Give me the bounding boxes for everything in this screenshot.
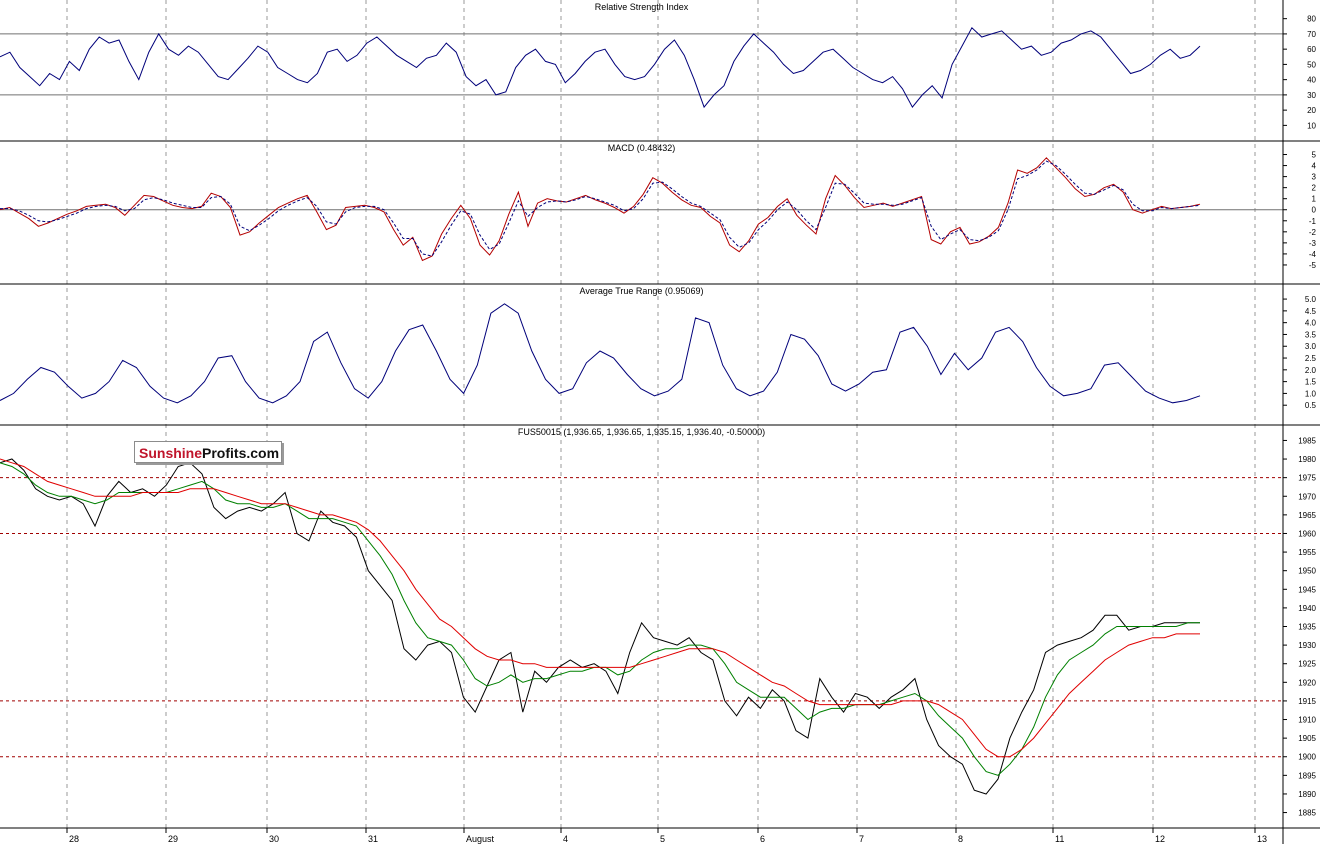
stock-chart: Relative Strength Index8070605040302010M… (0, 0, 1320, 844)
y-tick-label: 1885 (1298, 809, 1316, 818)
y-tick-label: 10 (1307, 121, 1316, 130)
x-tick-label: 29 (168, 834, 178, 844)
x-tick-label: 8 (958, 834, 963, 844)
y-tick-label: 1950 (1298, 567, 1316, 576)
y-tick-label: -2 (1309, 228, 1317, 237)
y-tick-label: -5 (1309, 261, 1317, 270)
y-tick-label: 0.5 (1305, 401, 1317, 410)
y-tick-label: 1975 (1298, 474, 1316, 483)
x-tick-label: 4 (563, 834, 568, 844)
x-tick-label: August (466, 834, 495, 844)
y-tick-label: 1895 (1298, 771, 1316, 780)
y-tick-label: -4 (1309, 250, 1317, 259)
y-tick-label: 4.0 (1305, 319, 1317, 328)
y-tick-label: 2 (1312, 184, 1317, 193)
y-tick-label: 30 (1307, 91, 1316, 100)
y-tick-label: 3 (1312, 173, 1317, 182)
y-tick-label: 1920 (1298, 678, 1316, 687)
y-tick-label: 1980 (1298, 455, 1316, 464)
y-tick-label: 40 (1307, 76, 1316, 85)
y-tick-label: 1930 (1298, 641, 1316, 650)
y-tick-label: 1955 (1298, 548, 1316, 557)
y-tick-label: 1900 (1298, 753, 1316, 762)
y-tick-label: 1935 (1298, 623, 1316, 632)
y-tick-label: 20 (1307, 106, 1316, 115)
y-tick-label: 1965 (1298, 511, 1316, 520)
x-tick-label: 31 (368, 834, 378, 844)
y-tick-label: 1.5 (1305, 378, 1317, 387)
y-tick-label: 1940 (1298, 604, 1316, 613)
y-tick-label: 1960 (1298, 529, 1316, 538)
y-tick-label: 1985 (1298, 436, 1316, 445)
y-tick-label: 3.5 (1305, 330, 1317, 339)
panel-title: MACD (0.48432) (608, 143, 676, 153)
y-tick-label: 50 (1307, 60, 1316, 69)
y-tick-label: 1910 (1298, 716, 1316, 725)
x-tick-label: 5 (660, 834, 665, 844)
y-tick-label: 5 (1312, 151, 1317, 160)
x-tick-label: 7 (859, 834, 864, 844)
y-tick-label: 1905 (1298, 734, 1316, 743)
y-tick-label: 1 (1312, 195, 1317, 204)
y-tick-label: 5.0 (1305, 295, 1317, 304)
y-tick-label: 80 (1307, 15, 1316, 24)
x-tick-label: 30 (269, 834, 279, 844)
panel-title: Relative Strength Index (595, 2, 689, 12)
y-tick-label: 4 (1312, 162, 1317, 171)
x-tick-label: 11 (1055, 834, 1064, 844)
y-tick-label: 1945 (1298, 585, 1316, 594)
y-tick-label: 1970 (1298, 492, 1316, 501)
panel-title: Average True Range (0.95069) (580, 286, 704, 296)
y-tick-label: 2.0 (1305, 366, 1317, 375)
logo-text-red: Sunshine (139, 445, 203, 461)
chart-background (0, 0, 1320, 844)
y-tick-label: 1890 (1298, 790, 1316, 799)
y-tick-label: 4.5 (1305, 307, 1317, 316)
x-tick-label: 12 (1155, 834, 1165, 844)
y-tick-label: -1 (1309, 217, 1317, 226)
y-tick-label: 3.0 (1305, 342, 1317, 351)
logo-text-black: Profits.com (202, 445, 280, 461)
y-tick-label: 1.0 (1305, 389, 1317, 398)
y-tick-label: 1925 (1298, 660, 1316, 669)
y-tick-label: 70 (1307, 30, 1316, 39)
panel-title: FUS50015 (1,936.65, 1,936.65, 1,935.15, … (518, 427, 765, 437)
sunshine-profits-logo: SunshineProfits.com (134, 441, 282, 463)
x-tick-label: 28 (69, 834, 79, 844)
y-tick-label: 1915 (1298, 697, 1316, 706)
y-tick-label: 60 (1307, 45, 1316, 54)
x-tick-label: 6 (760, 834, 765, 844)
y-tick-label: 2.5 (1305, 354, 1317, 363)
y-tick-label: 0 (1312, 206, 1317, 215)
y-tick-label: -3 (1309, 239, 1317, 248)
x-tick-label: 13 (1257, 834, 1267, 844)
